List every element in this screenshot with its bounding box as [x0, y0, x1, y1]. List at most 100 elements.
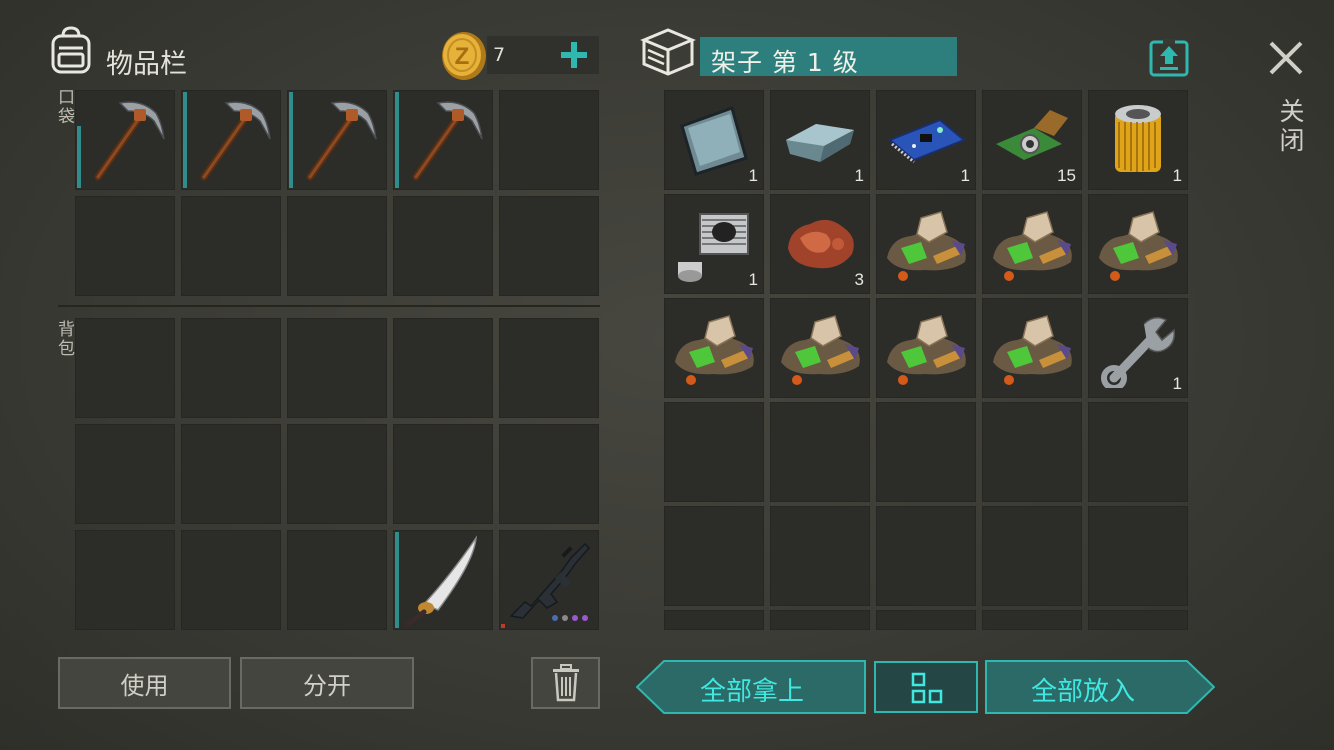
durability-bar [501, 624, 505, 628]
svg-text:Z: Z [455, 43, 470, 70]
pocket-slot[interactable] [181, 196, 281, 296]
wrench-icon [1098, 308, 1178, 388]
storage-slot[interactable]: 1 [664, 90, 764, 190]
put-all-label: 全部放入 [1031, 677, 1136, 707]
put-all-button[interactable]: 全部放入 [985, 660, 1215, 714]
backpack-slot[interactable] [499, 530, 599, 630]
pocket-slot[interactable] [181, 90, 281, 190]
item-quantity: 1 [960, 166, 970, 185]
durability-bar [395, 92, 399, 188]
backpack-slot[interactable] [181, 318, 281, 418]
pickaxe-icon [80, 95, 170, 185]
storage-slot[interactable] [664, 298, 764, 398]
trash-button[interactable] [531, 657, 600, 709]
backpack-slot[interactable] [499, 318, 599, 418]
coin-count: 7 [493, 44, 506, 66]
mixed-resources-icon [881, 306, 971, 390]
copper-ore-icon [778, 204, 862, 284]
storage-slot[interactable] [876, 402, 976, 502]
storage-slot[interactable] [1088, 194, 1188, 294]
storage-slot[interactable] [1088, 402, 1188, 502]
storage-slot[interactable] [876, 194, 976, 294]
mixed-resources-icon [775, 306, 865, 390]
pocket-slot[interactable] [75, 196, 175, 296]
pickaxe-icon [292, 95, 382, 185]
backpack-slot[interactable] [181, 424, 281, 524]
pocket-slot[interactable] [393, 90, 493, 190]
storage-slot[interactable] [770, 298, 870, 398]
metal-plate-icon [674, 100, 754, 180]
close-label: 关闭 [1276, 98, 1305, 156]
storage-slot[interactable] [982, 298, 1082, 398]
mixed-resources-icon [669, 306, 759, 390]
storage-slot[interactable] [982, 194, 1082, 294]
storage-slot[interactable]: 15 [982, 90, 1082, 190]
storage-slot[interactable] [1088, 506, 1188, 606]
backpack-slot[interactable] [393, 318, 493, 418]
storage-slot[interactable] [876, 506, 976, 606]
backpack-slot[interactable] [287, 318, 387, 418]
storage-title: 架子 第 1 级 [711, 48, 859, 77]
storage-slot[interactable] [876, 610, 976, 630]
storage-slot[interactable] [664, 506, 764, 606]
close-button[interactable] [1266, 38, 1306, 78]
section-divider [58, 305, 600, 307]
storage-slot[interactable] [770, 402, 870, 502]
coin-icon: Z [440, 31, 488, 81]
mixed-resources-icon [987, 202, 1077, 286]
sort-button[interactable] [874, 661, 978, 713]
storage-slot[interactable]: 3 [770, 194, 870, 294]
pocket-slot[interactable] [287, 90, 387, 190]
storage-slot[interactable] [664, 402, 764, 502]
upload-icon[interactable] [1148, 36, 1190, 78]
inventory-title: 物品栏 [106, 49, 187, 80]
backpack-slot[interactable] [393, 424, 493, 524]
mixed-resources-icon [881, 202, 971, 286]
storage-slot[interactable] [982, 402, 1082, 502]
storage-slot[interactable] [982, 610, 1082, 630]
durability-bar [183, 92, 187, 188]
backpack-slot[interactable] [287, 530, 387, 630]
circuit-board-icon [884, 100, 968, 180]
storage-slot[interactable] [770, 506, 870, 606]
backpack-slot[interactable] [75, 530, 175, 630]
add-coins-button[interactable] [559, 40, 589, 70]
backpack-slot[interactable] [75, 424, 175, 524]
engine-cylinder-icon [672, 202, 756, 286]
backpack-slot[interactable] [393, 530, 493, 630]
storage-slot[interactable] [770, 610, 870, 630]
item-quantity: 1 [1172, 374, 1182, 393]
iron-bar-icon [780, 100, 860, 180]
storage-slot[interactable]: 1 [664, 194, 764, 294]
storage-slot[interactable] [982, 506, 1082, 606]
take-all-label: 全部拿上 [700, 677, 805, 707]
take-all-button[interactable]: 全部拿上 [636, 660, 866, 714]
pocket-slot[interactable] [75, 90, 175, 190]
backpack-slot[interactable] [287, 424, 387, 524]
pocket-slot[interactable] [393, 196, 493, 296]
storage-slot[interactable] [1088, 610, 1188, 630]
backpack-slot[interactable] [75, 318, 175, 418]
pocket-slot[interactable] [499, 90, 599, 190]
storage-slot[interactable] [664, 610, 764, 630]
trash-icon [551, 664, 581, 702]
durability-bar [395, 532, 399, 628]
item-quantity: 1 [1172, 166, 1182, 185]
storage-slot[interactable]: 1 [1088, 298, 1188, 398]
durability-bar [77, 126, 81, 188]
use-button[interactable]: 使用 [58, 657, 231, 709]
backpack-slot[interactable] [499, 424, 599, 524]
pocket-slot[interactable] [287, 196, 387, 296]
storage-slot[interactable] [876, 298, 976, 398]
oil-filter-icon [1103, 98, 1173, 182]
sword-icon [398, 532, 488, 628]
split-button[interactable]: 分开 [240, 657, 414, 709]
storage-slot[interactable]: 1 [770, 90, 870, 190]
backpack-slot[interactable] [181, 530, 281, 630]
attachment-dots [551, 614, 593, 622]
pickaxe-icon [398, 95, 488, 185]
pocket-slot[interactable] [499, 196, 599, 296]
storage-slot[interactable]: 1 [876, 90, 976, 190]
storage-slot[interactable]: 1 [1088, 90, 1188, 190]
pickaxe-icon [186, 95, 276, 185]
